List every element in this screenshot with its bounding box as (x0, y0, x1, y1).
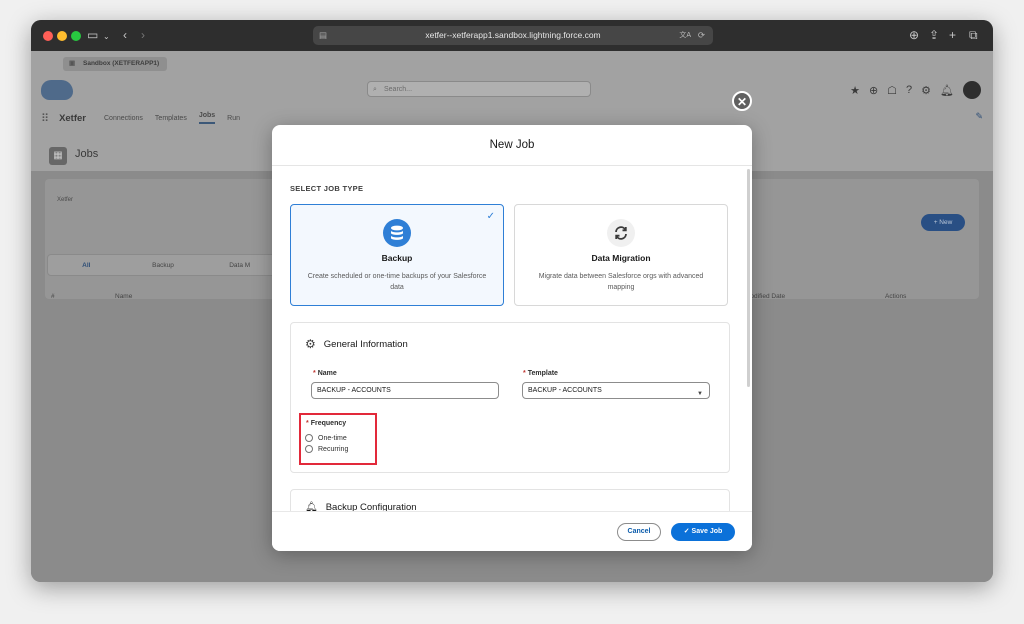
data-migration-description: Migrate data between Salesforce orgs wit… (538, 273, 704, 291)
app-launcher-icon[interactable]: ⠿ (41, 112, 49, 125)
new-tab-icon[interactable]: + (949, 27, 956, 43)
job-filter: All Backup Data M (47, 254, 279, 276)
maximize-window-button[interactable] (71, 31, 81, 41)
template-label: * Template (523, 370, 558, 377)
reload-icon[interactable]: ⟳ (698, 26, 705, 45)
general-information-card: ⚙ General Information * Name BACKUP - ACC… (290, 322, 730, 473)
cancel-button[interactable]: Cancel (617, 523, 661, 541)
header-utility-icons: ★ ⊕ ☖ ? ⚙ 🔔︎ (850, 81, 981, 99)
check-icon: ✓ (486, 211, 495, 222)
gear-icon[interactable]: ⚙ (921, 84, 931, 97)
global-search-input[interactable]: ⌕ Search... (367, 81, 591, 97)
name-label: * Name (313, 370, 337, 377)
column-number: # (51, 293, 55, 300)
download-icon[interactable]: ⊕ (909, 27, 919, 43)
avatar[interactable] (963, 81, 981, 99)
app-name: Xetfer (59, 112, 86, 124)
frequency-option-one-time[interactable]: One-time (305, 434, 347, 442)
modal-footer: Cancel ✓ Save Job (272, 511, 752, 551)
bell-icon: 🔔︎ (305, 502, 318, 511)
gear-icon: ⚙ (305, 337, 316, 351)
add-icon[interactable]: ⊕ (869, 84, 878, 97)
setup-assistant-icon[interactable]: ☖ (887, 84, 897, 97)
tab-connections[interactable]: Connections (104, 115, 143, 122)
list-owner: Xetfer (57, 197, 74, 203)
search-placeholder: Search... (384, 86, 413, 93)
data-migration-title: Data Migration (591, 253, 651, 263)
tab-run[interactable]: Run (227, 115, 240, 122)
radio-button[interactable] (305, 445, 313, 453)
modal-scrollbar[interactable] (747, 169, 750, 387)
browser-window: ▭ ⌄ ‹ › ▤ xetfer--xetferapp1.sandbox.lig… (31, 20, 993, 582)
frequency-label: * Frequency (306, 420, 347, 427)
job-type-data-migration-card[interactable]: Data Migration Migrate data between Sale… (514, 204, 728, 306)
filter-data-migration[interactable]: Data M (201, 262, 278, 269)
page-icon: ▤ (319, 30, 328, 40)
back-icon[interactable]: ‹ (123, 27, 127, 43)
job-type-backup-card[interactable]: ✓ Backup Create scheduled or one-time ba… (290, 204, 504, 306)
sync-icon (607, 219, 635, 247)
modal-title: New Job (272, 125, 752, 166)
forward-icon[interactable]: › (141, 27, 145, 43)
search-icon: ⌕ (373, 86, 377, 93)
close-window-button[interactable] (43, 31, 53, 41)
job-type-section-label: SELECT JOB TYPE (290, 184, 364, 193)
backup-title: Backup (381, 253, 413, 263)
tabs-overview-icon[interactable]: ⧉ (969, 27, 978, 43)
salesforce-logo[interactable] (41, 80, 73, 100)
check-icon: ✓ (683, 528, 690, 535)
backup-configuration-header: 🔔︎ Backup Configuration (305, 502, 417, 511)
backup-configuration-card: 🔔︎ Backup Configuration (290, 489, 730, 511)
browser-titlebar: ▭ ⌄ ‹ › ▤ xetfer--xetferapp1.sandbox.lig… (31, 20, 993, 51)
radio-button[interactable] (305, 434, 313, 442)
new-job-modal: New Job SELECT JOB TYPE ✓ Backup Create … (272, 125, 752, 551)
filter-backup[interactable]: Backup (125, 262, 202, 269)
column-actions: Actions (885, 293, 907, 300)
favorites-icon[interactable]: ★ (850, 84, 860, 97)
sidebar-toggle-icon[interactable]: ▭ (87, 27, 98, 43)
database-icon (383, 219, 411, 247)
template-select[interactable]: BACKUP - ACCOUNTS ▼ (522, 382, 710, 399)
backup-description: Create scheduled or one-time backups of … (307, 273, 487, 291)
name-input[interactable]: BACKUP - ACCOUNTS (311, 382, 499, 399)
minimize-window-button[interactable] (57, 31, 67, 41)
jobs-object-icon: ▦ (49, 147, 67, 165)
sandbox-label: Sandbox (XETFERAPP1) (83, 60, 160, 67)
column-name[interactable]: Name (115, 293, 132, 300)
sandbox-banner: ▣ Sandbox (XETFERAPP1) (63, 57, 168, 71)
tab-jobs[interactable]: Jobs (198, 112, 216, 124)
new-job-button[interactable]: + New (921, 214, 965, 231)
app-nav: ⠿ Xetfer Connections Templates Jobs Run (41, 107, 252, 129)
general-information-header: ⚙ General Information (305, 337, 408, 351)
general-information-title: General Information (323, 338, 408, 350)
sandbox-icon: ▣ (69, 60, 76, 67)
page-title: Jobs (75, 148, 99, 160)
notifications-icon[interactable]: 🔔︎ (940, 84, 954, 97)
modal-body: SELECT JOB TYPE ✓ Backup Create schedule… (272, 166, 752, 511)
salesforce-app: ▣ Sandbox (XETFERAPP1) ⌕ Search... ★ ⊕ ☖… (31, 51, 993, 582)
translate-icon[interactable]: 文A (679, 26, 691, 45)
filter-all[interactable]: All (48, 262, 125, 269)
chevron-down-icon: ▼ (697, 391, 703, 397)
help-icon[interactable]: ? (906, 84, 912, 96)
frequency-highlight-box: * Frequency One-time Recurring (299, 413, 377, 465)
share-icon[interactable]: ⇪ (929, 27, 939, 43)
edit-nav-icon[interactable]: ✎ (975, 111, 983, 122)
frequency-option-recurring[interactable]: Recurring (305, 445, 348, 453)
save-job-button[interactable]: ✓ Save Job (671, 523, 735, 541)
address-bar[interactable]: ▤ xetfer--xetferapp1.sandbox.lightning.f… (313, 26, 713, 45)
close-modal-button[interactable]: ✕ (732, 91, 752, 111)
backup-configuration-title: Backup Configuration (325, 502, 417, 511)
url-text: xetfer--xetferapp1.sandbox.lightning.for… (425, 30, 601, 40)
chevron-down-icon[interactable]: ⌄ (103, 29, 110, 45)
tab-templates[interactable]: Templates (155, 115, 187, 122)
